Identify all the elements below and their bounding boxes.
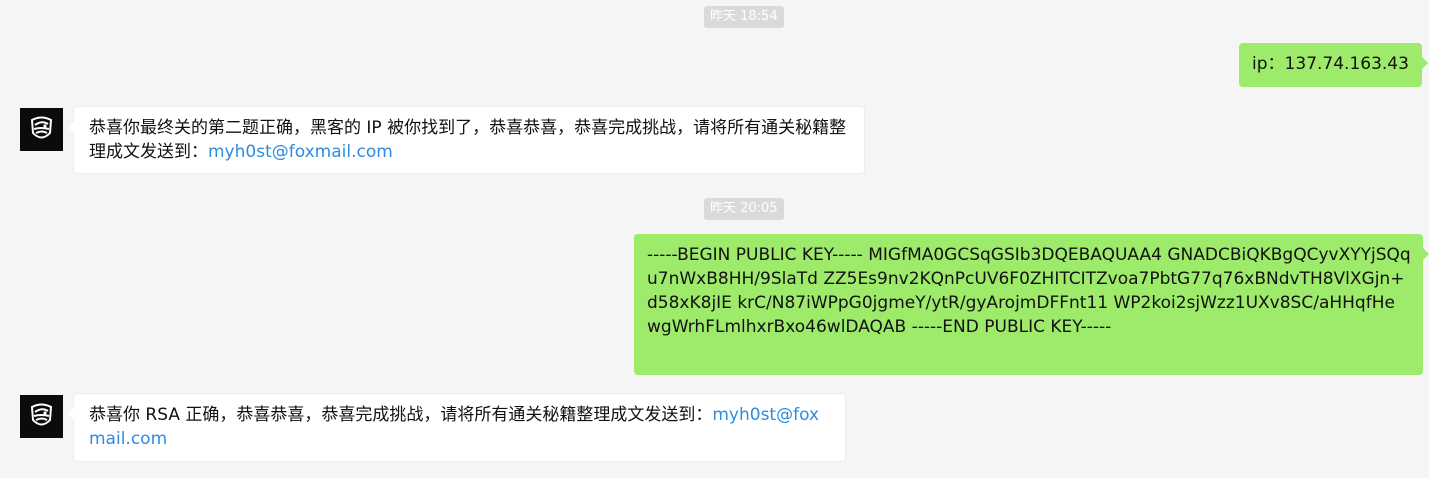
message-bubble-sent[interactable]: ip：137.74.163.43 xyxy=(1239,43,1428,87)
hacker-logo-icon xyxy=(30,116,53,139)
email-link[interactable]: myh0st@foxmail.com xyxy=(208,142,393,162)
contact-avatar[interactable] xyxy=(20,395,63,438)
contact-avatar[interactable] xyxy=(20,108,63,151)
message-text: 恭喜你 RSA 正确，恭喜恭喜，恭喜完成挑战，请将所有通关秘籍整理成文发送到： xyxy=(89,405,713,425)
message-bubble-sent[interactable]: -----BEGIN PUBLIC KEY----- MIGfMA0GCSqGS… xyxy=(634,234,1429,375)
message-text: ip：137.74.163.43 xyxy=(1252,54,1409,74)
message-text: 恭喜你最终关的第二题正确，黑客的 IP 被你找到了，恭喜恭喜，恭喜完成挑战，请将… xyxy=(89,118,847,162)
timestamp: 昨天 20:05 xyxy=(704,198,784,220)
timestamp: 昨天 18:54 xyxy=(704,6,784,28)
message-bubble-received[interactable]: 恭喜你最终关的第二题正确，黑客的 IP 被你找到了，恭喜恭喜，恭喜完成挑战，请将… xyxy=(68,106,865,174)
hacker-logo-icon xyxy=(30,403,53,426)
message-text: -----BEGIN PUBLIC KEY----- MIGfMA0GCSqGS… xyxy=(647,245,1411,337)
message-bubble-received[interactable]: 恭喜你 RSA 正确，恭喜恭喜，恭喜完成挑战，请将所有通关秘籍整理成文发送到：m… xyxy=(68,393,846,462)
